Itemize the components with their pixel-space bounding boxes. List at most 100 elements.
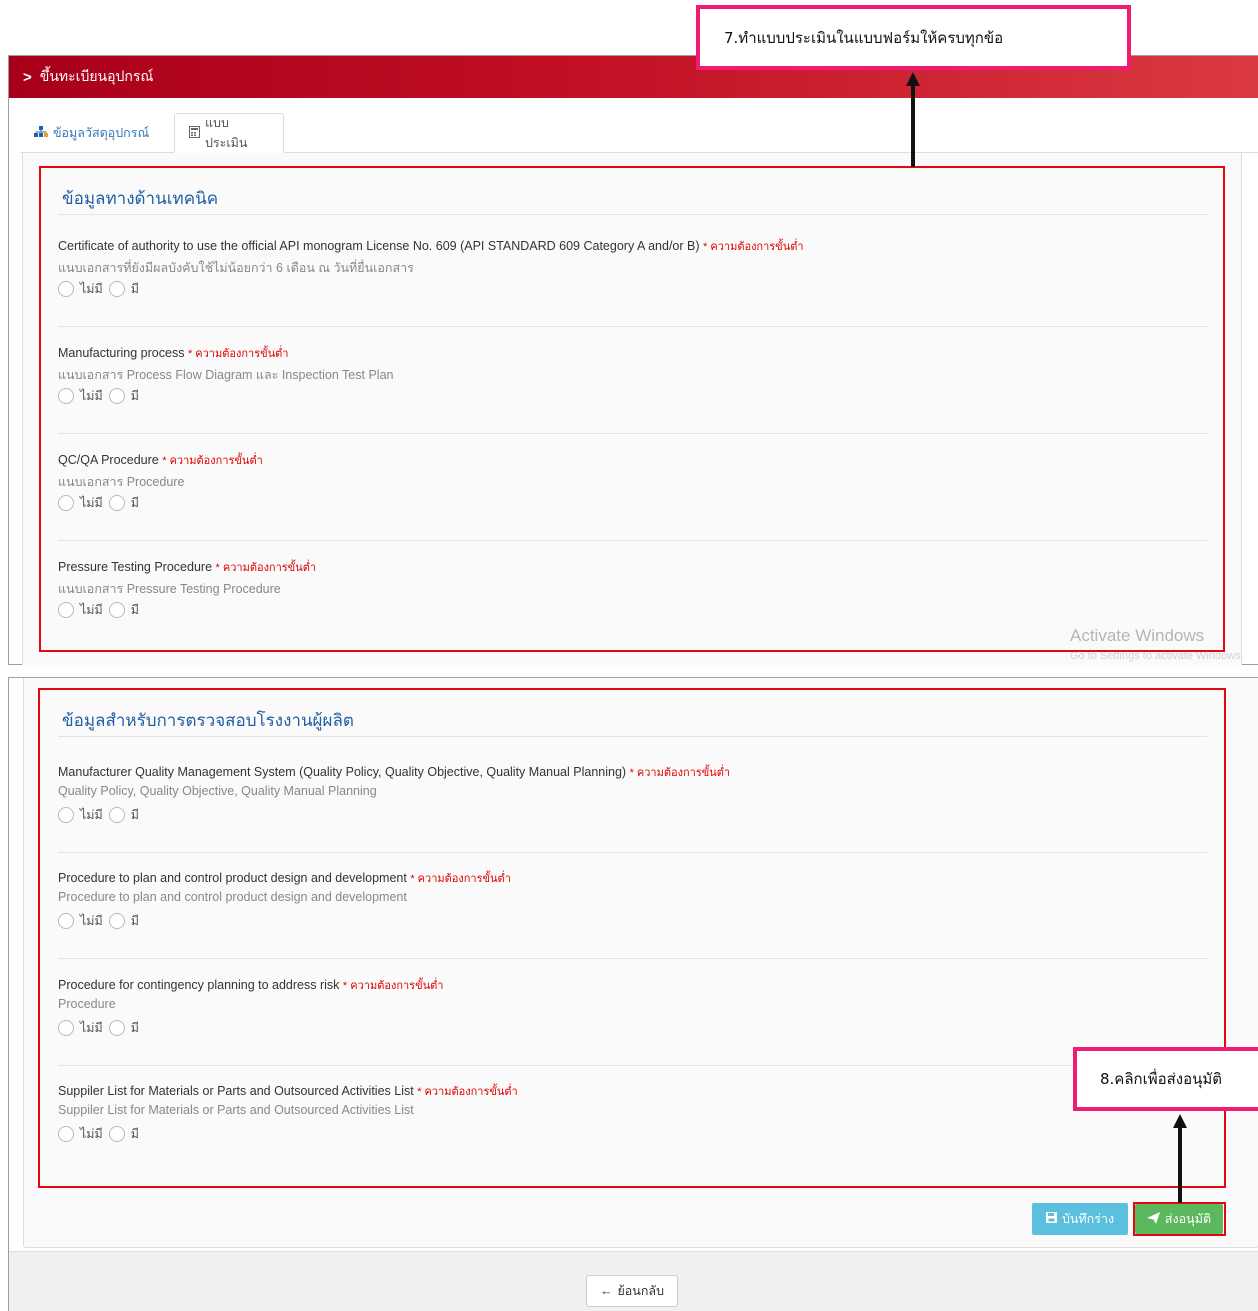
divider (58, 736, 1207, 737)
divider (58, 326, 1207, 327)
submit-approval-label: ส่งอนุมัติ (1164, 1212, 1212, 1226)
tab-bar: ข้อมูลวัสดุอุปกรณ์ แบบประเมิน (20, 113, 1258, 153)
radio-no[interactable] (58, 602, 74, 618)
required-label: * ความต้องการขั้นต่ำ (187, 348, 289, 360)
radio-yes[interactable] (108, 281, 125, 297)
question-description: แนบเอกสาร Process Flow Diagram และ Inspe… (58, 368, 394, 382)
radio-yes[interactable] (108, 602, 125, 618)
radio-no-label: ไม่มี (80, 496, 103, 510)
radio-no-label: ไม่มี (80, 389, 103, 403)
radio-yes-label: มี (130, 1127, 140, 1141)
question-item: Suppiler List for Materials or Parts and… (58, 1082, 1207, 1189)
radio-no-label: ไม่มี (80, 603, 103, 617)
radio-group: ไม่มี มี (58, 806, 145, 824)
radio-no[interactable] (58, 281, 74, 297)
question-title: Procedure to plan and control product de… (58, 871, 511, 885)
activate-windows-watermark: Activate Windows (1070, 626, 1205, 645)
save-draft-button[interactable]: บันทึกร่าง (1032, 1203, 1128, 1235)
question-item: Manufacturer Quality Management System (… (58, 763, 1207, 870)
question-description: แนบเอกสารที่ยังมีผลบังคับใช้ไม่น้อยกว่า … (58, 261, 414, 275)
question-item: Manufacturing process * ความต้องการขั้นต… (58, 344, 1207, 451)
radio-no[interactable] (58, 913, 74, 929)
callout-step-7-text: 7.ทำแบบประเมินในแบบฟอร์มให้ครบทุกข้อ (724, 28, 1004, 47)
arrow-up-icon (906, 72, 920, 86)
back-label: ย้อนกลับ (617, 1284, 665, 1298)
question-title: Procedure for contingency planning to ad… (58, 978, 444, 992)
radio-yes-label: มี (130, 808, 140, 822)
back-button[interactable]: ← ย้อนกลับ (586, 1275, 678, 1307)
required-label: * ความต้องการขั้นต่ำ (342, 980, 444, 992)
question-title: Manufacturer Quality Management System (… (58, 765, 731, 779)
radio-yes-label: มี (130, 1021, 140, 1035)
question-title: Certificate of authority to use the offi… (58, 239, 804, 253)
radio-yes[interactable] (108, 388, 125, 404)
radio-group: ไม่มี มี (58, 280, 145, 298)
activate-windows-hint: Go to Settings to activate Windows. (1070, 650, 1244, 662)
radio-yes[interactable] (108, 913, 125, 929)
radio-no[interactable] (58, 1126, 74, 1142)
question-description: Procedure to plan and control product de… (58, 890, 407, 904)
required-label: * ความต้องการขั้นต่ำ (629, 767, 731, 779)
radio-group: ไม่มี มี (58, 494, 145, 512)
radio-yes[interactable] (108, 1126, 125, 1142)
question-title: Suppiler List for Materials or Parts and… (58, 1084, 518, 1098)
radio-no-label: ไม่มี (80, 914, 103, 928)
question-description: Quality Policy, Quality Objective, Quali… (58, 784, 377, 798)
floppy-disk-icon (1045, 1212, 1057, 1226)
tab-material-info-label: ข้อมูลวัสดุอุปกรณ์ (53, 126, 150, 140)
required-label: * ความต้องการขั้นต่ำ (703, 241, 804, 253)
radio-yes-label: มี (130, 914, 140, 928)
callout-step-8-text: 8.คลิกเพื่อส่งอนุมัติ (1100, 1070, 1223, 1088)
radio-no[interactable] (58, 807, 74, 823)
tab-assessment[interactable]: แบบประเมิน (174, 113, 284, 153)
question-item: Certificate of authority to use the offi… (58, 237, 1207, 344)
radio-no[interactable] (58, 1020, 74, 1036)
question-title: Manufacturing process * ความต้องการขั้นต… (58, 346, 289, 360)
chevron-right-icon: > (23, 68, 32, 86)
required-label: * ความต้องการขั้นต่ำ (417, 1086, 518, 1098)
radio-no-label: ไม่มี (80, 1127, 103, 1141)
question-item: Procedure for contingency planning to ad… (58, 976, 1207, 1083)
radio-no[interactable] (58, 495, 74, 511)
required-label: * ความต้องการขั้นต่ำ (410, 873, 511, 885)
calculator-icon (189, 125, 200, 141)
section-title: ข้อมูลสำหรับการตรวจสอบโรงงานผู้ผลิต (62, 711, 354, 730)
paper-plane-icon (1146, 1211, 1160, 1227)
divider (58, 214, 1207, 215)
arrow-left-icon: ← (599, 1284, 613, 1298)
page-title: ขึ้นทะเบียนอุปกรณ์ (39, 68, 154, 84)
required-label: * ความต้องการขั้นต่ำ (162, 455, 263, 467)
radio-group: ไม่มี มี (58, 601, 145, 619)
radio-group: ไม่มี มี (58, 912, 145, 930)
question-item: Procedure to plan and control product de… (58, 869, 1207, 976)
radio-yes-label: มี (130, 496, 140, 510)
radio-yes[interactable] (108, 1020, 125, 1036)
sitemap-icon (34, 125, 48, 141)
tab-material-info[interactable]: ข้อมูลวัสดุอุปกรณ์ (20, 113, 163, 153)
question-item: QC/QA Procedure * ความต้องการขั้นต่ำ แนบ… (58, 451, 1207, 558)
callout-step-8: 8.คลิกเพื่อส่งอนุมัติ (1073, 1047, 1258, 1111)
question-description: Suppiler List for Materials or Parts and… (58, 1103, 414, 1117)
radio-no[interactable] (58, 388, 74, 404)
arrow-shaft-7 (911, 85, 915, 167)
radio-yes-label: มี (130, 389, 140, 403)
question-description: แนบเอกสาร Procedure (58, 475, 185, 489)
radio-no-label: ไม่มี (80, 282, 103, 296)
radio-group: ไม่มี มี (58, 387, 145, 405)
save-draft-label: บันทึกร่าง (1061, 1212, 1115, 1226)
divider (58, 1065, 1207, 1066)
radio-yes[interactable] (108, 495, 125, 511)
question-title: Pressure Testing Procedure * ความต้องการ… (58, 560, 317, 574)
radio-no-label: ไม่มี (80, 808, 103, 822)
radio-yes[interactable] (108, 807, 125, 823)
question-description: Procedure (58, 997, 116, 1011)
question-description: แนบเอกสาร Pressure Testing Procedure (58, 582, 281, 596)
question-title: QC/QA Procedure * ความต้องการขั้นต่ำ (58, 453, 263, 467)
divider (58, 433, 1207, 434)
question-item: Pressure Testing Procedure * ความต้องการ… (58, 558, 1207, 665)
required-label: * ความต้องการขั้นต่ำ (215, 562, 317, 574)
submit-approval-button[interactable]: ส่งอนุมัติ (1135, 1204, 1223, 1234)
radio-group: ไม่มี มี (58, 1125, 145, 1143)
divider (58, 852, 1207, 853)
radio-yes-label: มี (130, 603, 140, 617)
